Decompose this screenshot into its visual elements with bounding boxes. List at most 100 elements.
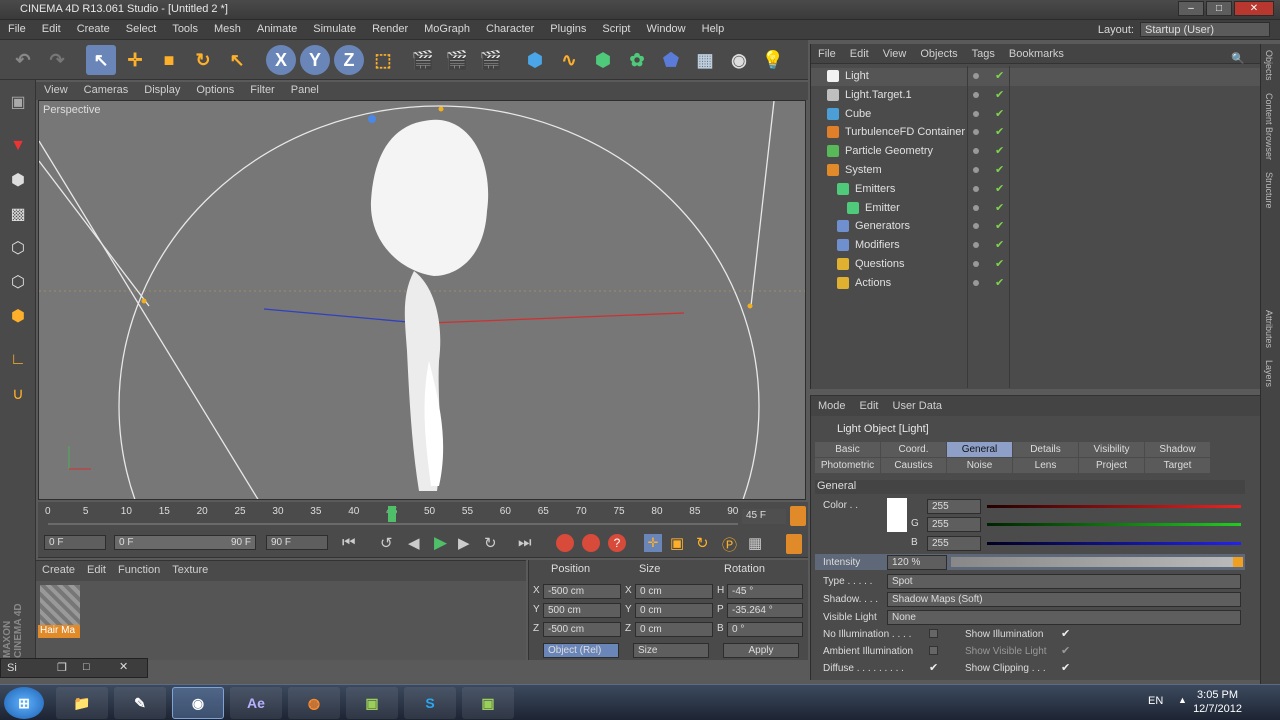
model-mode-icon[interactable]: ▼ xyxy=(4,132,32,160)
object-name[interactable]: Light.Target.1 xyxy=(845,89,912,101)
timeline-ruler[interactable]: 051015202530354045505560657075808590 45 … xyxy=(38,502,808,530)
menu-help[interactable]: Help xyxy=(694,20,733,35)
go-to-start-icon[interactable]: ⏮ xyxy=(342,534,356,551)
mini-window-label[interactable]: Si xyxy=(7,662,17,674)
coordinate-system-icon[interactable]: ⬚ xyxy=(368,45,398,75)
color-swatch[interactable] xyxy=(887,498,907,532)
objects-menu-view[interactable]: View xyxy=(876,44,914,60)
object-name[interactable]: TurbulenceFD Container xyxy=(845,126,965,138)
undo-icon[interactable]: ↶ xyxy=(8,45,38,75)
visibility-dot-icon[interactable] xyxy=(973,261,979,267)
side-tab-attributes[interactable]: Attributes xyxy=(1261,304,1277,354)
light-icon[interactable]: 💡 xyxy=(758,45,788,75)
after-effects-icon[interactable]: Ae xyxy=(230,687,282,719)
end-frame-field[interactable]: 90 F xyxy=(266,535,328,550)
object-row[interactable]: TurbulenceFD Container ✔ xyxy=(811,124,1261,142)
visibility-dot-icon[interactable] xyxy=(973,91,979,98)
show-illumination-checkbox[interactable]: ✔ xyxy=(1061,627,1070,640)
position-field[interactable]: -500 cm xyxy=(543,622,621,637)
menu-character[interactable]: Character xyxy=(478,20,542,35)
menu-file[interactable]: File xyxy=(0,20,34,35)
attribute-tab[interactable]: Target xyxy=(1145,458,1210,473)
show-visible-light-checkbox[interactable]: ✔ xyxy=(1061,644,1070,657)
move-icon[interactable]: ✛ xyxy=(120,45,150,75)
visibility-dot-icon[interactable] xyxy=(973,185,979,192)
enabled-check-icon[interactable]: ✔ xyxy=(995,201,1004,214)
visibility-dot-icon[interactable] xyxy=(973,129,979,136)
object-name[interactable]: System xyxy=(845,164,882,176)
key-pla-icon[interactable]: ▦ xyxy=(748,534,762,552)
menu-mograph[interactable]: MoGraph xyxy=(416,20,478,35)
position-field[interactable]: -500 cm xyxy=(543,584,621,599)
enabled-check-icon[interactable]: ✔ xyxy=(995,219,1004,232)
intensity-value[interactable]: 120 % xyxy=(887,555,947,570)
menu-simulate[interactable]: Simulate xyxy=(305,20,364,35)
object-name[interactable]: Particle Geometry xyxy=(845,145,933,157)
visibility-dot-icon[interactable] xyxy=(973,148,979,155)
enabled-check-icon[interactable]: ✔ xyxy=(995,107,1004,120)
language-indicator[interactable]: EN xyxy=(1148,695,1163,707)
polygons-mode-icon[interactable]: ⬢ xyxy=(4,302,32,330)
x-axis-icon[interactable]: X xyxy=(266,45,296,75)
object-row[interactable]: Light.Target.1 ✔ xyxy=(811,87,1261,105)
explorer-icon[interactable]: 📁 xyxy=(56,687,108,719)
floor-icon[interactable]: ▦ xyxy=(690,45,720,75)
key-position-icon[interactable]: ✛ xyxy=(644,534,662,552)
maximize-button[interactable]: □ xyxy=(1206,1,1232,16)
side-tab-layers[interactable]: Layers xyxy=(1261,354,1277,393)
render-picture-viewer-icon[interactable]: 🎬 xyxy=(442,45,472,75)
ambient-illumination-checkbox[interactable] xyxy=(929,646,938,655)
scale-icon[interactable]: ■ xyxy=(154,45,184,75)
object-row[interactable]: System ✔ xyxy=(811,162,1261,180)
visibility-dot-icon[interactable] xyxy=(973,73,979,79)
material-thumbnail[interactable] xyxy=(40,585,80,625)
firefox-icon[interactable]: ◍ xyxy=(288,687,340,719)
rotation-field[interactable]: -35.264 ° xyxy=(727,603,803,618)
enabled-check-icon[interactable]: ✔ xyxy=(995,238,1004,251)
size-field[interactable]: 0 cm xyxy=(635,603,713,618)
enabled-check-icon[interactable]: ✔ xyxy=(995,182,1004,195)
go-to-end-icon[interactable]: ⏭ xyxy=(518,534,532,551)
timeline-icon[interactable] xyxy=(790,506,806,526)
size-field[interactable]: 0 cm xyxy=(635,584,713,599)
notepad-icon[interactable]: ✎ xyxy=(114,687,166,719)
menu-tools[interactable]: Tools xyxy=(164,20,206,35)
object-row[interactable]: Light ✔ xyxy=(811,68,1261,86)
size-mode-dropdown[interactable]: Size xyxy=(633,643,709,658)
texture-mode-icon[interactable]: ▩ xyxy=(4,200,32,228)
object-row[interactable]: Modifiers ✔ xyxy=(811,237,1261,255)
menu-mesh[interactable]: Mesh xyxy=(206,20,249,35)
mini-restore-icon[interactable]: ❐ xyxy=(57,661,67,674)
attribute-tab[interactable]: Shadow xyxy=(1145,442,1210,457)
frame-range-slider[interactable]: 0 F 90 F xyxy=(114,535,256,550)
objects-menu-bookmarks[interactable]: Bookmarks xyxy=(1002,44,1071,60)
viewport-menu-panel[interactable]: Panel xyxy=(283,82,327,96)
object-name[interactable]: Generators xyxy=(855,220,910,232)
material-menu-create[interactable]: Create xyxy=(36,561,81,576)
attribute-tab[interactable]: Noise xyxy=(947,458,1012,473)
intensity-slider[interactable] xyxy=(951,557,1243,567)
viewport-menu-display[interactable]: Display xyxy=(136,82,188,96)
side-tab-content-browser[interactable]: Content Browser xyxy=(1261,87,1277,166)
material-menu-edit[interactable]: Edit xyxy=(81,561,112,576)
menu-create[interactable]: Create xyxy=(69,20,118,35)
perspective-viewport[interactable]: Perspective xyxy=(38,100,806,500)
key-scale-icon[interactable]: ▣ xyxy=(670,534,684,552)
object-row[interactable]: Actions ✔ xyxy=(811,275,1261,293)
attributes-menu-mode[interactable]: Mode xyxy=(811,396,853,412)
enabled-check-icon[interactable]: ✔ xyxy=(995,69,1004,82)
attribute-tab[interactable]: Visibility xyxy=(1079,442,1144,457)
diffuse-checkbox[interactable]: ✔ xyxy=(929,661,938,674)
live-selection-icon[interactable]: ↖ xyxy=(86,45,116,75)
record-icon[interactable] xyxy=(556,534,574,552)
object-row[interactable]: Cube ✔ xyxy=(811,106,1261,124)
type-dropdown[interactable]: Spot xyxy=(887,574,1241,589)
attribute-tab[interactable]: Coord. xyxy=(881,442,946,457)
camera-icon[interactable]: ◉ xyxy=(724,45,754,75)
start-frame-field[interactable]: 0 F xyxy=(44,535,106,550)
position-field[interactable]: 500 cm xyxy=(543,603,621,618)
object-row[interactable]: Questions ✔ xyxy=(811,256,1261,274)
menu-edit[interactable]: Edit xyxy=(34,20,69,35)
object-name[interactable]: Emitter xyxy=(865,202,900,214)
enabled-check-icon[interactable]: ✔ xyxy=(995,276,1004,289)
